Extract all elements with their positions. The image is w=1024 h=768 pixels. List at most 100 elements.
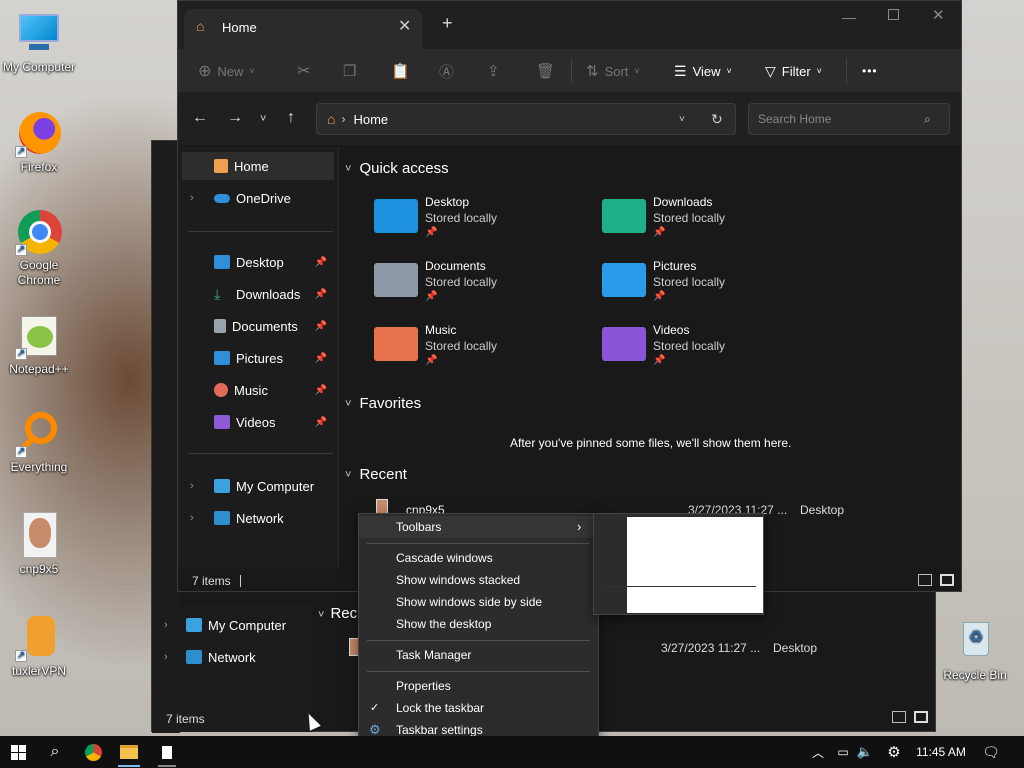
explorer-window[interactable]: ⌂ Home ✕ + — ✕ ⊕ New ˅ ✂ ❐ 📋 Ⓐ ⇪ 🗑 ⇅ Sort… (177, 0, 962, 592)
details-view-icon[interactable] (918, 574, 932, 586)
details-view-icon[interactable] (892, 711, 906, 723)
sidebar-item-onedrive[interactable]: › OneDrive (178, 184, 333, 212)
pin-icon[interactable]: 📌 (315, 353, 327, 364)
volume-icon[interactable]: 🔈 (856, 736, 874, 768)
taskbar: ⌕ ︿ ▭ 🔈 ⚙ 11:45 AM 🗨 (0, 736, 1024, 768)
menu-item-cascade-windows[interactable]: Cascade windows (359, 547, 598, 569)
sidebar-item-downloads[interactable]: ⤓ Downloads 📌 (178, 280, 333, 308)
tiles-view-icon[interactable] (940, 574, 954, 586)
address-dropdown-icon[interactable]: ˅ (679, 114, 685, 125)
view-button[interactable]: ☰ View ˅ (674, 49, 732, 93)
recent-locations-chevron-icon[interactable]: ˅ (260, 113, 266, 125)
paste-icon[interactable]: 📋 (391, 49, 410, 93)
videos-folder-icon (602, 327, 646, 361)
sidebar-item-documents[interactable]: Documents 📌 (178, 312, 333, 340)
sidebar-item-my-computer[interactable]: › My Computer (152, 611, 307, 639)
computer-icon (186, 618, 202, 632)
desktop-icon-chrome[interactable]: ↗ Google Chrome (1, 208, 77, 288)
filter-button[interactable]: ▽ Filter ˅ (765, 49, 822, 93)
rename-icon[interactable]: Ⓐ (439, 49, 454, 93)
clock[interactable]: 11:45 AM (908, 736, 974, 768)
address-bar[interactable]: ⌂ › Home ˅ ↻ (316, 103, 736, 135)
file-explorer-taskbar-button[interactable] (112, 736, 146, 768)
notepadpp-icon: ↗ (15, 312, 63, 360)
delete-icon[interactable]: 🗑 (536, 49, 555, 93)
close-window-button[interactable]: ✕ (932, 6, 945, 24)
pin-icon[interactable]: 📌 (315, 321, 327, 332)
recent-header[interactable]: ˅ Recent (345, 466, 407, 483)
quick-access-item-desktop[interactable]: Desktop Stored locally 📌 (374, 193, 594, 249)
menu-item-toolbars[interactable]: Toolbars › (359, 516, 598, 538)
sidebar-item-label: My Computer (208, 617, 287, 633)
quick-access-item-documents[interactable]: Documents Stored locally 📌 (374, 257, 594, 313)
tiles-view-icon[interactable] (914, 711, 928, 723)
pin-icon[interactable]: 📌 (315, 385, 327, 396)
start-button[interactable] (0, 736, 36, 768)
pin-icon[interactable]: 📌 (315, 257, 327, 268)
sidebar-item-network[interactable]: › Network (152, 643, 307, 671)
submenu-blank-area[interactable] (627, 517, 763, 613)
sidebar-item-videos[interactable]: Videos 📌 (178, 408, 333, 436)
sidebar-item-my-computer[interactable]: › My Computer (178, 472, 333, 500)
copy-icon[interactable]: ❐ (343, 49, 356, 93)
share-icon[interactable]: ⇪ (487, 49, 500, 93)
more-options-button[interactable]: ••• (862, 49, 878, 93)
sidebar-item-pictures[interactable]: Pictures 📌 (178, 344, 333, 372)
sidebar-item-network[interactable]: › Network (178, 504, 333, 532)
refresh-icon[interactable]: ↻ (711, 111, 723, 128)
new-tab-button[interactable]: + (442, 13, 453, 34)
minimize-button[interactable]: — (842, 9, 856, 25)
pin-icon: 📌 (653, 291, 666, 302)
back-arrow-icon[interactable]: ← (192, 109, 208, 127)
search-box[interactable]: Search Home ⌕ (748, 103, 950, 135)
navigation-pane: Home › OneDrive Desktop 📌 ⤓ Downloads 📌 … (178, 147, 338, 567)
quick-access-item-music[interactable]: Music Stored locally 📌 (374, 321, 594, 377)
cut-icon[interactable]: ✂ (297, 49, 310, 93)
quick-access-item-videos[interactable]: Videos Stored locally 📌 (602, 321, 822, 377)
desktop-icon-tuxlervpn[interactable]: ↗ tuxlerVPN (1, 614, 77, 679)
menu-item-show-windows-stacked[interactable]: Show windows stacked (359, 569, 598, 591)
menu-item-task-manager[interactable]: Task Manager (359, 644, 598, 666)
chrome-taskbar-button[interactable] (76, 736, 110, 768)
desktop-icon-recycle-bin[interactable]: ♻ Recycle Bin (937, 618, 1013, 683)
quick-access-item-downloads[interactable]: Downloads Stored locally 📌 (602, 193, 822, 249)
new-button[interactable]: ⊕ New ˅ (198, 49, 255, 93)
pin-icon: 📌 (425, 291, 438, 302)
desktop-icon-firefox[interactable]: ↗ Firefox (1, 110, 77, 175)
quick-access-header[interactable]: ˅ Quick access (345, 160, 449, 177)
favorites-header[interactable]: ˅ Favorites (345, 395, 421, 412)
desktop-icon-cnp9x5[interactable]: cnp9x5 (1, 512, 77, 577)
menu-item-lock-taskbar[interactable]: ✓ Lock the taskbar (359, 697, 598, 719)
sidebar-item-music[interactable]: Music 📌 (178, 376, 333, 404)
settings-gear-icon[interactable]: ⚙ (884, 736, 904, 768)
quick-access-item-pictures[interactable]: Pictures Stored locally 📌 (602, 257, 822, 313)
network-status-icon[interactable]: ▭ (834, 736, 852, 768)
maximize-button[interactable] (888, 9, 899, 20)
show-hidden-icons-chevron-icon[interactable]: ︿ (810, 736, 826, 768)
desktop-icon-everything[interactable]: ↗ Everything (1, 410, 77, 475)
address-row: ← → ˅ ↑ ⌂ › Home ˅ ↻ Search Home ⌕ (178, 93, 961, 145)
pin-icon[interactable]: 📌 (315, 289, 327, 300)
forward-arrow-icon[interactable]: → (227, 109, 243, 127)
up-arrow-icon[interactable]: ↑ (287, 109, 295, 127)
menu-item-properties[interactable]: Properties (359, 675, 598, 697)
sidebar-bottom: › My Computer › Network 7 items (152, 606, 312, 732)
menu-item-label: Show the desktop (396, 617, 492, 631)
desktop-icon-label: Firefox (20, 160, 58, 174)
app-taskbar-button[interactable] (150, 736, 184, 768)
menu-item-show-desktop[interactable]: Show the desktop (359, 613, 598, 635)
breadcrumb[interactable]: Home (353, 112, 388, 127)
tab-home[interactable]: ⌂ Home ✕ (184, 9, 422, 49)
search-icon[interactable]: ⌕ (38, 736, 72, 768)
notifications-icon[interactable]: 🗨 (980, 736, 1002, 768)
sidebar-item-home[interactable]: Home (182, 152, 334, 180)
sort-button[interactable]: ⇅ Sort ˅ (586, 49, 640, 93)
desktop-icon-notepadpp[interactable]: ↗ Notepad++ (1, 312, 77, 377)
desktop-icon-my-computer[interactable]: My Computer (1, 10, 77, 75)
menu-item-side-by-side[interactable]: Show windows side by side (359, 591, 598, 613)
recent-header[interactable]: ˅ Rec (318, 605, 357, 622)
pin-icon[interactable]: 📌 (315, 417, 327, 428)
search-input[interactable]: Search Home (758, 112, 831, 126)
sidebar-item-desktop[interactable]: Desktop 📌 (178, 248, 333, 276)
close-tab-icon[interactable]: ✕ (398, 16, 411, 36)
